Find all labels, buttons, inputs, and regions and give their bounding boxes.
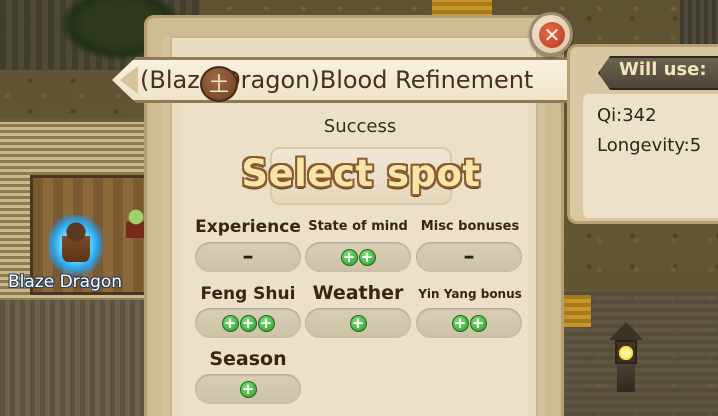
bonus-value-state-of-mind: + +	[305, 242, 411, 272]
bonus-label-feng-shui: Feng Shui	[200, 284, 296, 304]
lantern-light-icon	[619, 346, 633, 360]
bonus-label-state-of-mind: State of mind	[308, 219, 408, 234]
bonus-value-yin-yang: + +	[416, 308, 522, 338]
plus-bonus-icon: +	[358, 248, 376, 266]
plus-bonus-icon: +	[257, 314, 275, 332]
bonus-value-season: +	[195, 374, 301, 404]
status-text: Success	[323, 116, 397, 137]
plus-bonus-icon: +	[451, 314, 469, 332]
bonus-label-weather: Weather	[312, 282, 404, 304]
bonus-label-misc-bonuses: Misc bonuses	[420, 219, 520, 234]
plus-bonus-icon: +	[340, 248, 358, 266]
plus-bonus-icon: +	[239, 380, 257, 398]
bonus-value-feng-shui: + + +	[195, 308, 301, 338]
plus-bonus-icon: +	[469, 314, 487, 332]
character-name-label: Blaze Dragon	[8, 272, 123, 292]
close-icon: ✕	[539, 22, 565, 48]
bonus-value-text: –	[463, 244, 475, 269]
bonus-value-weather: +	[305, 308, 411, 338]
bonus-value-text: –	[242, 244, 254, 269]
npc-sprite[interactable]	[126, 208, 146, 238]
bonus-label-yin-yang: Yin Yang bonus	[418, 287, 522, 301]
bonus-value-misc-bonuses: –	[416, 242, 522, 272]
plus-bonus-icon: +	[239, 314, 257, 332]
stone-lantern	[605, 322, 647, 392]
cost-panel-title: Will use:	[619, 59, 707, 80]
bonus-label-season: Season	[209, 348, 287, 370]
plus-bonus-icon: +	[349, 314, 367, 332]
cost-longevity: Longevity:5	[597, 135, 702, 156]
select-spot-label: Select spot	[241, 152, 481, 195]
character-sprite[interactable]	[62, 222, 90, 262]
earth-element-icon: 土	[200, 66, 238, 102]
close-button[interactable]: ✕	[529, 12, 573, 56]
bonus-value-experience: –	[195, 242, 301, 272]
bonus-label-experience: Experience	[195, 217, 301, 237]
plus-bonus-icon: +	[221, 314, 239, 332]
cost-qi: Qi:342	[597, 105, 657, 126]
